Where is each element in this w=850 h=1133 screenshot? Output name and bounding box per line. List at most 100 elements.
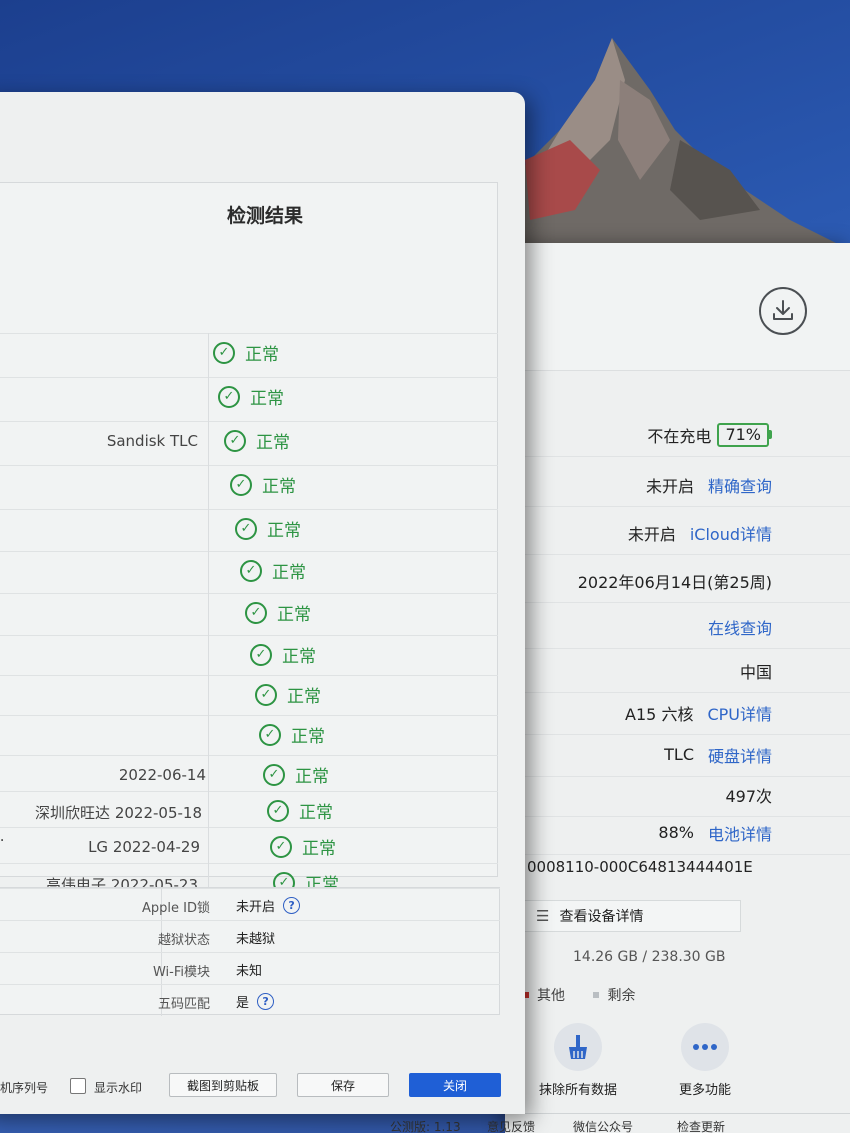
- help-icon[interactable]: ?: [257, 993, 275, 1010]
- watermark-checkbox[interactable]: [70, 1078, 86, 1094]
- broom-icon: [554, 1023, 602, 1071]
- info-value: 是?: [236, 992, 275, 1011]
- result-status-text: 正常: [256, 433, 290, 453]
- storage-legend: 其他 剩余: [523, 985, 659, 1005]
- warranty-online-link[interactable]: 在线查询: [708, 615, 772, 639]
- result-row: ✓ 正常: [0, 377, 498, 417]
- status-bar: 公测版: 1.13 意见反馈 微信公众号 检查更新: [390, 1113, 850, 1133]
- findmy-query-link[interactable]: 精确查询: [708, 473, 772, 497]
- view-device-detail-button[interactable]: ☰ 查看设备详情: [523, 900, 741, 932]
- security-info-table: Apple ID锁 未开启? 越狱状态 未越狱 Wi-Fi模块 未知 五码匹配 …: [0, 887, 500, 1016]
- result-row: ✓ 正常: [0, 593, 498, 633]
- check-circle-icon: ✓: [270, 835, 292, 858]
- result-status-text: 正常: [282, 647, 316, 667]
- feedback-link[interactable]: 意见反馈: [487, 1118, 535, 1133]
- result-status-text: 正常: [291, 727, 325, 747]
- info-row-five-code: 五码匹配 是?: [0, 984, 500, 1016]
- info-key: Apple ID锁: [142, 901, 210, 916]
- battery-nub: [769, 430, 772, 439]
- info-value-text: 未开启: [236, 900, 276, 915]
- device-serial: 0008110-000C64813444401E: [527, 858, 753, 876]
- result-status: ✓ 正常: [255, 682, 321, 707]
- result-row-label: 深圳欣旺达 2022-05-18: [35, 804, 202, 822]
- battery-detail-link[interactable]: 电池详情: [708, 821, 772, 845]
- check-circle-icon: ✓: [255, 683, 277, 706]
- copy-screenshot-button[interactable]: 截图到剪贴板: [169, 1073, 277, 1097]
- charging-status: 不在充电: [647, 426, 712, 446]
- check-circle-icon: ✓: [267, 799, 289, 822]
- more-functions-button[interactable]: 更多功能: [650, 1023, 760, 1098]
- result-row: ✓ 正常: [0, 675, 498, 715]
- info-row-appleid: Apple ID锁 未开启?: [0, 888, 500, 920]
- info-value: 未越狱: [236, 932, 276, 947]
- download-button[interactable]: [759, 287, 807, 335]
- check-circle-icon: ✓: [230, 473, 252, 496]
- view-device-detail-label: 查看设备详情: [559, 909, 644, 925]
- result-row-label: 2022-06-14: [118, 766, 206, 784]
- device-info-header: [505, 243, 850, 371]
- result-row: ✓ 正常: [0, 551, 498, 591]
- info-key: 越狱状态: [157, 933, 210, 948]
- result-status-text: 正常: [287, 687, 321, 707]
- wechat-link[interactable]: 微信公众号: [573, 1118, 633, 1133]
- result-row: Sandisk TLC ✓ 正常: [0, 421, 498, 461]
- icloud-status: 未开启: [627, 524, 676, 544]
- truncated-text: ..: [0, 827, 5, 845]
- result-status: ✓ 正常: [224, 428, 290, 453]
- erase-all-data-label: 抹除所有数据: [538, 1083, 617, 1098]
- info-value: 未知: [236, 964, 263, 979]
- cpu-detail-link[interactable]: CPU详情: [707, 701, 772, 725]
- close-button[interactable]: 关闭: [409, 1073, 501, 1097]
- result-status: ✓ 正常: [245, 600, 311, 625]
- disk-detail-link[interactable]: 硬盘详情: [708, 743, 772, 767]
- result-status: ✓ 正常: [270, 834, 336, 859]
- result-row: 深圳欣旺达 2022-05-18 ✓ 正常: [0, 791, 498, 831]
- report-footer: 机序列号 显示水印 截图到剪贴板 保存 关闭: [0, 1072, 525, 1112]
- charge-cycles: 497次: [725, 786, 772, 806]
- cpu-value: A15 六核: [625, 704, 694, 724]
- info-value: 未开启?: [236, 896, 301, 915]
- erase-all-data-button[interactable]: 抹除所有数据: [523, 1023, 633, 1098]
- result-status-text: 正常: [295, 767, 329, 787]
- result-status-text: 正常: [302, 839, 336, 859]
- wallpaper-mountain: [520, 38, 850, 280]
- check-circle-icon: ✓: [259, 723, 281, 746]
- result-status: ✓ 正常: [250, 642, 316, 667]
- result-status: ✓ 正常: [230, 472, 296, 497]
- check-circle-icon: ✓: [218, 385, 240, 408]
- disk-value: TLC: [664, 745, 694, 764]
- result-status: ✓ 正常: [235, 516, 301, 541]
- device-info-window: 不在充电 71% 未开启 精确查询 未开启 iCloud详情 2022年06月1…: [390, 243, 850, 1133]
- battery-indicator: 71%: [717, 422, 772, 447]
- result-status: ✓ 正常: [263, 762, 329, 787]
- disk-row: TLC 硬盘详情: [523, 733, 850, 777]
- info-row-jailbreak: 越狱状态 未越狱: [0, 920, 500, 952]
- check-result-table: 检测结果 ✓ 正常 ✓ 正常 Sandisk TLC ✓ 正常 ✓ 正常 ✓ 正常 ✓ 正常 ✓ 正常 ✓ 正常…: [0, 182, 498, 930]
- legend-other-label: 其他: [537, 988, 565, 1004]
- cpu-row: A15 六核 CPU详情: [523, 691, 850, 735]
- legend-free-label: 剩余: [607, 988, 636, 1004]
- more-functions-label: 更多功能: [678, 1083, 731, 1098]
- icloud-detail-link[interactable]: iCloud详情: [690, 521, 772, 545]
- result-row-label: LG 2022-04-29: [88, 838, 200, 856]
- result-status: ✓ 正常: [218, 384, 284, 409]
- check-circle-icon: ✓: [263, 763, 285, 786]
- result-row: ✓ 正常: [0, 465, 498, 505]
- legend-other: 其他: [523, 988, 565, 1004]
- help-icon[interactable]: ?: [283, 897, 301, 914]
- warranty-row: 在线查询: [523, 605, 850, 649]
- check-circle-icon: ✓: [240, 559, 262, 582]
- result-row: 2022-06-14 ✓ 正常: [0, 755, 498, 795]
- check-update-link[interactable]: 检查更新: [677, 1118, 725, 1133]
- result-row: LG 2022-04-29 ✓ 正常: [0, 827, 498, 867]
- manufacture-date-row: 2022年06月14日(第25周): [523, 559, 850, 603]
- watermark-label: 显示水印: [94, 1081, 143, 1095]
- battery-percent: 71%: [717, 422, 769, 447]
- check-report-window: 检测结果 ✓ 正常 ✓ 正常 Sandisk TLC ✓ 正常 ✓ 正常 ✓ 正常 ✓ 正常 ✓ 正常 ✓ 正常…: [0, 92, 525, 1114]
- menu-icon: ☰: [536, 907, 550, 925]
- info-row-wifi: Wi-Fi模块 未知: [0, 952, 500, 984]
- result-row: ✓ 正常: [0, 635, 498, 675]
- save-button[interactable]: 保存: [297, 1073, 389, 1097]
- info-key: Wi-Fi模块: [152, 965, 210, 980]
- check-circle-icon: ✓: [213, 341, 235, 364]
